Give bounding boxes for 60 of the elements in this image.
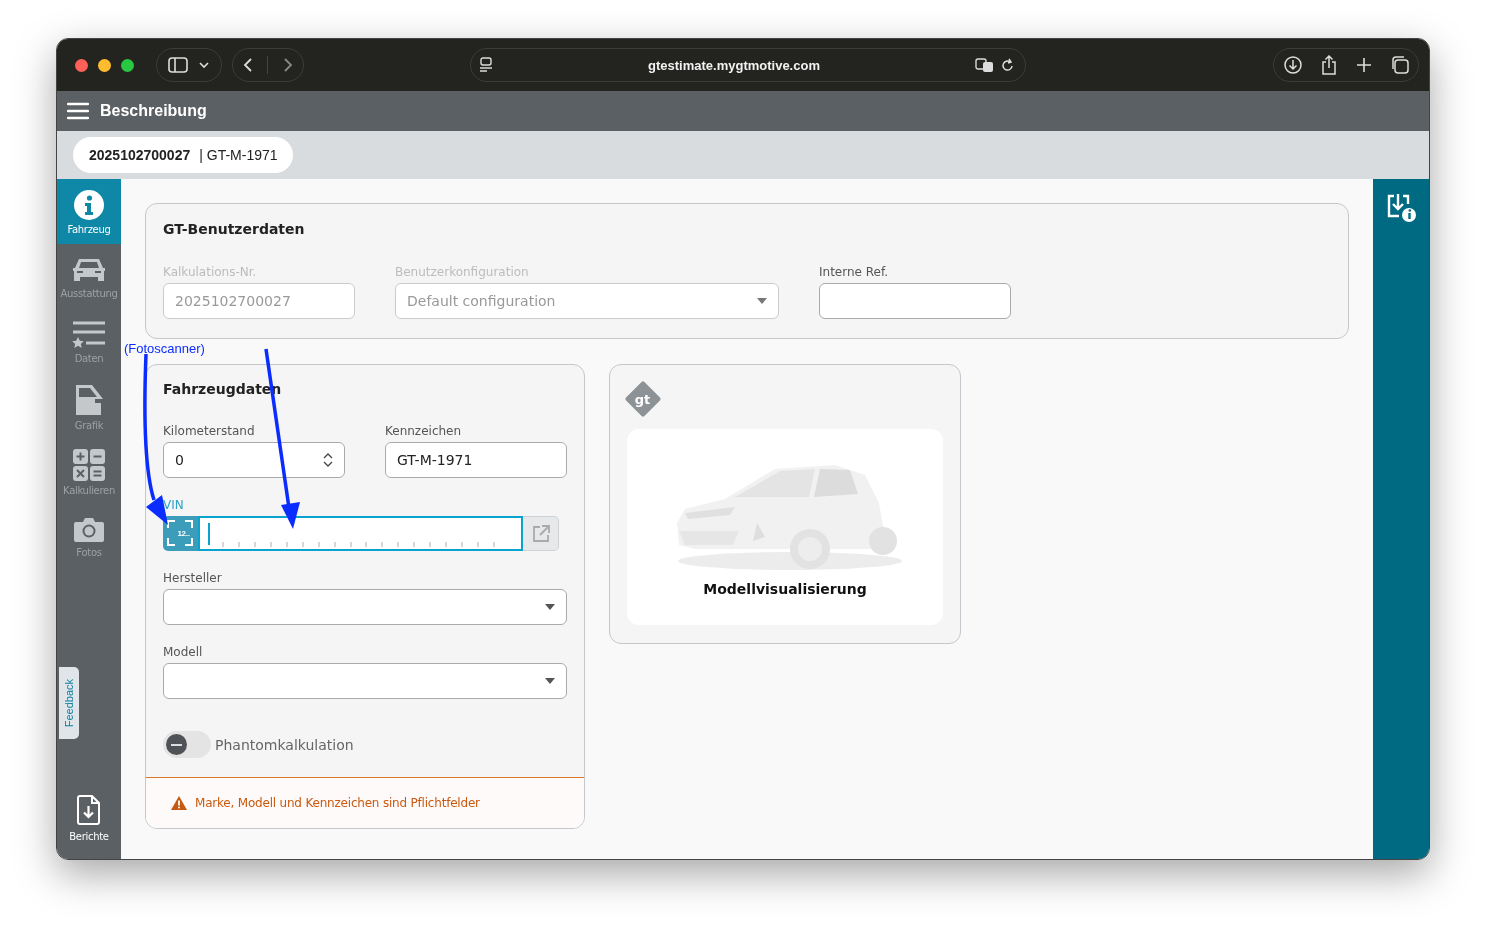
list-star-icon [72,319,106,350]
sidebar-item[interactable]: Fotos [57,504,121,569]
info-icon [73,188,105,221]
sidebar-item[interactable]: Kalkulieren [57,439,121,504]
caret-icon [757,298,767,304]
minimize-button[interactable] [98,58,111,72]
calculator-icon [72,447,106,482]
sidebar-item[interactable]: Grafik [57,374,121,439]
zoom-button[interactable] [121,58,134,72]
chevron-down-icon [198,61,210,69]
close-button[interactable] [75,58,88,72]
sidebar-item[interactable]: Fahrzeug [57,179,121,244]
stepper-icon[interactable] [323,452,333,468]
annotation-label: (Fotoscanner) [124,341,205,356]
document-download-icon [77,795,101,825]
field-label: Kennzeichen [385,424,463,438]
warning-message: Marke, Modell und Kennzeichen sind Pflichtfelder [195,796,480,810]
share-icon[interactable] [1319,55,1338,75]
back-icon [243,57,254,73]
sidebar-item[interactable]: Ausstattung [57,244,121,309]
sidebar-item[interactable]: Daten [57,309,121,374]
caret-icon [545,604,555,610]
section-title: GT-Benutzerdaten [163,221,306,237]
field-label: Kalkulations-Nr. [163,265,258,279]
scanner-label: 12.. [177,529,190,538]
warning-icon [171,796,187,810]
translate-icon[interactable] [975,57,995,73]
field-label: Benutzerkonfiguration [395,265,530,279]
car-door-icon [73,382,105,417]
reload-icon[interactable] [1001,57,1015,73]
external-link-icon [530,523,551,544]
field-label: Hersteller [163,571,223,585]
download-info-icon[interactable] [1386,193,1416,223]
reports-button[interactable]: Berichte [57,795,121,853]
caret-icon [545,678,555,684]
visualization-title: Modellvisualisierung [703,581,867,597]
input-field[interactable] [819,283,1011,319]
field-label: Modell [163,645,204,659]
field-label: Kilometerstand [163,424,256,438]
download-icon[interactable] [1282,55,1303,75]
menu-icon[interactable] [67,102,89,120]
sidebar-icon [168,57,188,73]
input-field[interactable]: GT-M-1971 [385,442,567,478]
new-tab-icon[interactable] [1354,56,1373,74]
record-tab[interactable]: 2025102700027 | GT-M-1971 [73,137,293,173]
estimate-number: 2025102700027 [89,147,191,163]
feedback-tab[interactable]: Feedback [59,667,79,739]
page-menu-icon[interactable] [479,57,493,73]
camera-icon [73,515,105,544]
tabs-overview-icon[interactable] [1389,55,1410,75]
page-title: Beschreibung [100,102,207,120]
field-label: Interne Ref. [819,265,890,279]
vin-input-field[interactable] [198,516,523,551]
input-field[interactable]: 0 [163,442,345,478]
scanner-button[interactable]: 12.. [163,516,198,551]
toggle-switch[interactable] [163,731,211,758]
forward-icon [282,57,293,73]
logo: gt [624,380,662,418]
license-plate: | GT-M-1971 [199,147,278,163]
toggle-label: Phantomkalkulation [215,736,354,753]
